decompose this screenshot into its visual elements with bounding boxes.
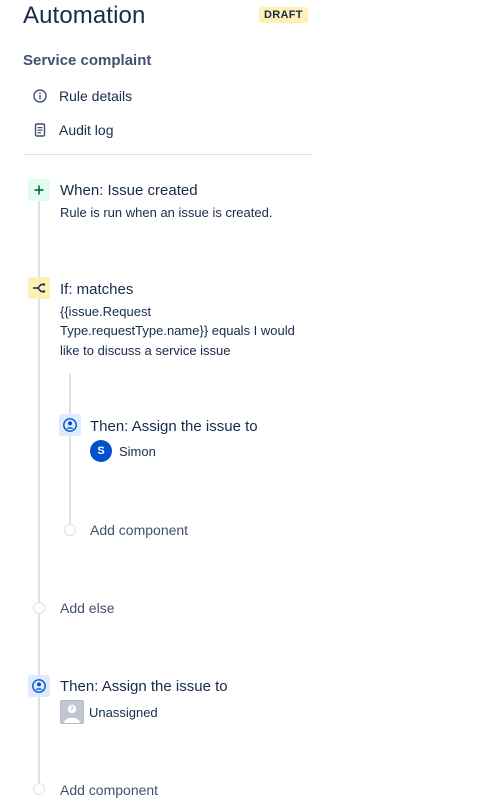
avatar-initial: S (97, 445, 105, 457)
person-icon[interactable] (28, 675, 50, 697)
avatar: S (90, 440, 112, 462)
add-component-dot[interactable] (33, 783, 45, 795)
branch-connector-line (69, 374, 71, 526)
inner-action-title[interactable]: Then: Assign the issue to (90, 418, 258, 436)
condition-title[interactable]: If: matches (60, 281, 133, 299)
condition-description-line-3: like to discuss a service issue (60, 343, 231, 358)
trigger-title[interactable]: When: Issue created (60, 182, 198, 200)
plus-icon[interactable] (28, 179, 50, 201)
nav-item-label: Rule details (59, 88, 133, 104)
rule-name: Service complaint (23, 52, 152, 69)
add-else-button[interactable]: Add else (60, 599, 114, 617)
info-icon (33, 89, 47, 103)
branch-icon[interactable] (28, 277, 50, 299)
assignee-name: Unassigned (89, 705, 158, 720)
condition-description-line-2: Type.requestType.name}} equals I would (60, 323, 295, 338)
unassigned-avatar-icon: ? (60, 700, 84, 724)
nav-item-audit-log[interactable]: Audit log (33, 120, 113, 140)
divider (23, 154, 313, 155)
trigger-description: Rule is run when an issue is created. (60, 205, 273, 220)
nav-item-rule-details[interactable]: Rule details (33, 86, 132, 106)
nav-item-label: Audit log (59, 122, 114, 138)
add-component-dot[interactable] (64, 524, 76, 536)
status-badge: DRAFT (259, 7, 308, 23)
document-icon (33, 123, 47, 137)
assignee-name: Simon (119, 444, 156, 459)
add-component-button[interactable]: Add component (60, 781, 158, 799)
svg-text:?: ? (70, 706, 73, 713)
page-title: Automation (23, 2, 146, 29)
person-icon[interactable] (59, 414, 81, 436)
outer-action-title[interactable]: Then: Assign the issue to (60, 678, 228, 696)
add-component-button[interactable]: Add component (90, 521, 188, 539)
add-else-dot[interactable] (33, 602, 45, 614)
condition-description-line-1: {{issue.Request (60, 304, 152, 319)
